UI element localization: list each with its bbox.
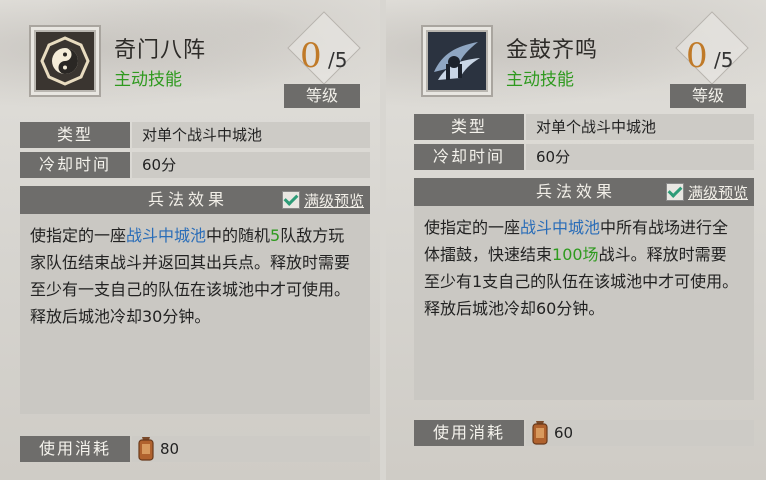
effects-title: 兵法效果 [148,190,229,209]
highlight-number: 5 [270,226,281,245]
info-key: 类型 [414,114,524,140]
level-current: 0 [300,36,322,76]
info-key: 冷却时间 [20,152,130,178]
skill-name: 奇门八阵 [114,38,207,63]
level-diamond [287,11,361,85]
level-current: 0 [686,36,708,76]
skill-type: 主动技能 [114,70,182,90]
command-token-icon [138,437,154,461]
info-value: 对单个战斗中城池 [526,114,754,140]
cost-value: 60 [554,424,574,442]
level-max: /5 [328,48,348,72]
effect-description: 使指定的一座战斗中城池中所有战场进行全体擂鼓，快速结束100场战斗。释放时需要至… [424,218,739,318]
info-row-cooldown: 冷却时间 60分 [20,152,370,178]
highlight-target: 战斗中城池 [520,218,601,237]
cost-label: 使用消耗 [20,436,130,462]
effects-title: 兵法效果 [536,182,617,201]
skill-icon-frame[interactable] [426,30,488,92]
max-level-preview-toggle[interactable]: 满级预览 [281,190,364,212]
cost-value: 80 [160,440,180,458]
highlight-number: 100场 [552,245,599,264]
checkbox-checked-icon[interactable] [665,183,684,201]
level-label: 等级 [670,84,746,108]
preview-label[interactable]: 满级预览 [304,192,364,210]
checkbox-checked-icon[interactable] [281,191,300,209]
cost-label: 使用消耗 [414,420,524,446]
level-label: 等级 [284,84,360,108]
skill-icon-frame[interactable] [34,30,96,92]
effects-panel: 兵法效果 满级预览 使指定的一座战斗中城池中所有战场进行全体擂鼓，快速结束100… [414,178,754,400]
info-row-type: 类型 对单个战斗中城池 [414,114,754,140]
highlight-target: 战斗中城池 [126,226,207,245]
skill-card-qimen: 奇门八阵 主动技能 0 /5 等级 类型 对单个战斗中城池 冷却时间 60分 兵… [0,0,380,480]
info-value: 对单个战斗中城池 [132,122,370,148]
skill-name: 金鼓齐鸣 [506,38,599,63]
level-max: /5 [714,48,734,72]
info-key: 冷却时间 [414,144,524,170]
info-value: 60分 [526,144,754,170]
command-token-icon [532,421,548,445]
preview-label[interactable]: 满级预览 [688,184,748,202]
skill-card-jingu: 金鼓齐鸣 主动技能 0 /5 等级 类型 对单个战斗中城池 冷却时间 60分 兵… [386,0,766,480]
info-value: 60分 [132,152,370,178]
info-row-cooldown: 冷却时间 60分 [414,144,754,170]
effects-panel: 兵法效果 满级预览 使指定的一座战斗中城池中的随机5队敌方玩家队伍结束战斗并返回… [20,186,370,414]
bagua-icon [36,32,94,90]
cost-row: 使用消耗 80 [20,436,370,462]
max-level-preview-toggle[interactable]: 满级预览 [665,182,748,204]
skill-type: 主动技能 [506,70,574,90]
war-drum-icon [428,32,486,90]
effect-description: 使指定的一座战斗中城池中的随机5队敌方玩家队伍结束战斗并返回其出兵点。释放时需要… [30,226,351,326]
info-key: 类型 [20,122,130,148]
cost-row: 使用消耗 60 [414,420,754,446]
info-row-type: 类型 对单个战斗中城池 [20,122,370,148]
